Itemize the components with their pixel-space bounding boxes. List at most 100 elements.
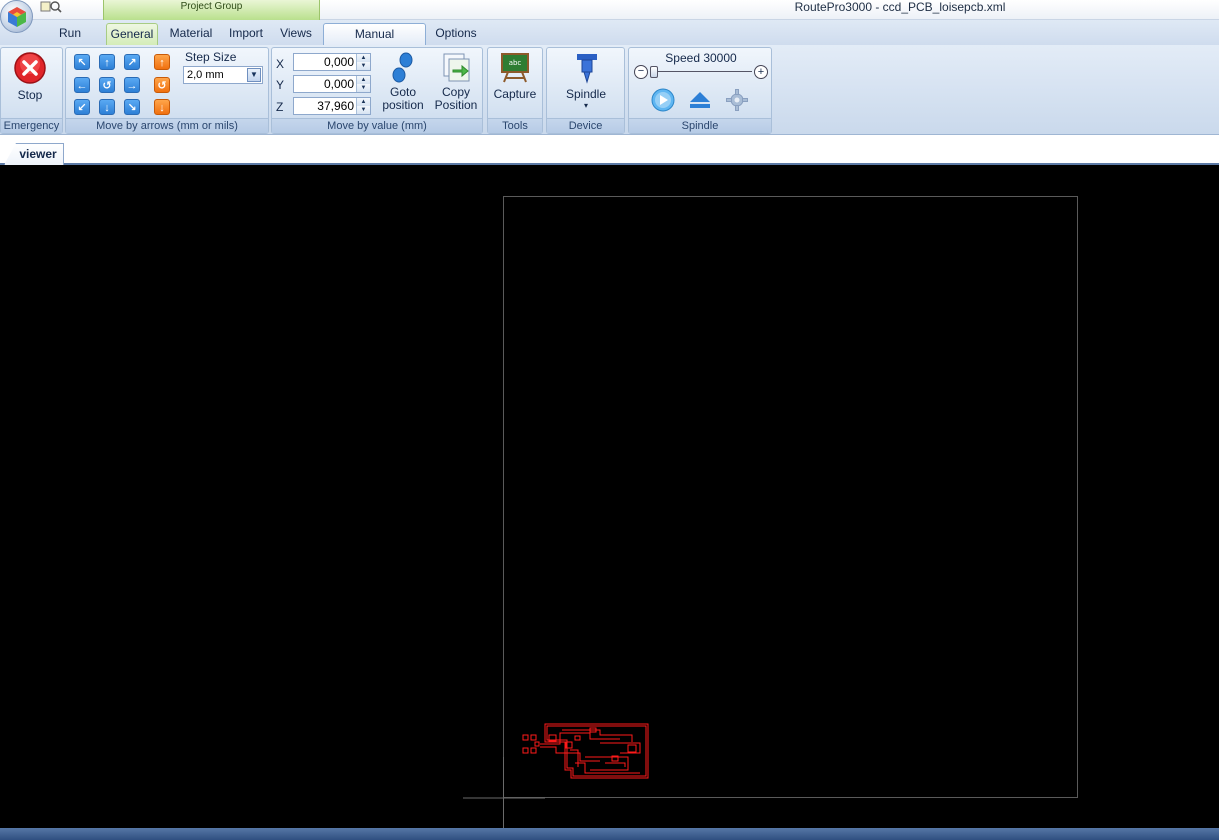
tab-run-cnc[interactable]: Run CNC [42,23,98,60]
spin-down-icon[interactable]: ▼ [357,106,370,114]
chevron-down-icon[interactable]: ▼ [247,68,261,82]
arrow-right-icon: → [126,80,138,92]
tab-views[interactable]: Views [277,23,315,45]
group-label-emergency: Emergency [1,118,62,133]
arrow-left-button[interactable]: ← [74,77,90,93]
window-title: RoutePro3000 - ccd_PCB_loisepcb.xml [794,0,1006,14]
stop-button[interactable]: Stop [7,52,53,104]
z-up-button[interactable]: ↑ [154,54,170,70]
group-label-device: Device [547,118,624,133]
svg-text:abc: abc [509,59,522,67]
group-label-move-by-value: Move by value (mm) [272,118,482,133]
arrow-down-button[interactable]: ↓ [99,99,115,115]
tab-viewer[interactable]: viewer [4,143,64,165]
viewer-drawing [463,196,1078,828]
tab-material[interactable]: Material [166,23,216,45]
app-logo-icon [8,7,26,27]
spin-up-icon[interactable]: ▲ [357,54,370,62]
cnc-viewer-canvas[interactable] [0,167,1219,828]
dropdown-arrow-icon: ▾ [583,101,588,110]
play-icon[interactable] [651,88,675,112]
arrow-up-right-icon: ↗ [127,57,137,69]
spin-down-icon[interactable]: ▼ [357,62,370,70]
copy-line2: Position [434,98,478,112]
y-spinner[interactable]: ▲ ▼ [356,76,370,92]
pcb-layout [522,723,649,779]
home-xy-button[interactable]: ↺ [99,77,115,93]
home-xy-icon: ↺ [102,80,112,92]
spindle-device-button[interactable]: Spindle ▾ [561,52,611,116]
arrow-down-icon: ↓ [104,102,110,114]
arrow-down-right-button[interactable]: ↘ [124,99,140,115]
z-down-icon: ↓ [159,102,165,114]
group-device: Spindle ▾ Device [546,47,625,134]
speed-label: Speed 30000 [665,51,737,65]
footprints-icon [392,52,413,83]
minus-icon[interactable]: − [634,65,648,79]
arrow-left-icon: ← [76,80,88,92]
home-z-button[interactable]: ↺ [154,77,170,93]
arrow-up-right-button[interactable]: ↗ [124,54,140,70]
z-spinner[interactable]: ▲ ▼ [356,98,370,114]
z-axis-label: Z [276,100,284,114]
eject-icon[interactable] [689,91,711,109]
spin-up-icon[interactable]: ▲ [357,98,370,106]
spin-down-icon[interactable]: ▼ [357,84,370,92]
z-down-button[interactable]: ↓ [154,99,170,115]
arrow-right-button[interactable]: → [124,77,140,93]
spindle-device-label: Spindle [565,87,607,101]
y-value: 0,000 [323,77,354,91]
z-up-icon: ↑ [159,57,165,69]
chalkboard-icon: abc [501,53,529,83]
group-label-move-by-arrows: Move by arrows (mm or mils) [66,118,268,133]
group-move-by-arrows: ↖ ↑ ↗ ↑ ← ↺ → ↺ ↙ ↓ ↘ ↓ Step Size 2,0 mm… [65,47,269,134]
plus-icon[interactable]: + [754,65,768,79]
spindle-icon [577,54,597,84]
y-value-input[interactable]: 0,000 ▲ ▼ [293,75,371,93]
arrow-up-left-button[interactable]: ↖ [74,54,90,70]
z-value-input[interactable]: 37,960 ▲ ▼ [293,97,371,115]
group-move-by-value: X 0,000 ▲ ▼ Y 0,000 ▲ ▼ Z 37,960 ▲ ▼ Goto p… [271,47,483,134]
quick-access-search-icon[interactable] [39,0,63,14]
arrow-up-button[interactable]: ↑ [99,54,115,70]
group-emergency: Stop Emergency [0,47,63,134]
step-size-label: Step Size [185,50,237,64]
x-axis-label: X [276,57,285,71]
application-menu-button[interactable] [0,0,33,33]
home-z-icon: ↺ [157,80,167,92]
project-group-header: Project Group [103,0,320,20]
tab-options[interactable]: Options [432,23,480,45]
arrow-down-left-button[interactable]: ↙ [74,99,90,115]
arrow-up-left-icon: ↖ [77,57,87,69]
status-bar [0,828,1219,840]
x-value-input[interactable]: 0,000 ▲ ▼ [293,53,371,71]
capture-label: Capture [493,87,537,101]
x-value: 0,000 [323,55,354,69]
tab-manual-operation[interactable]: Manual Operation [323,23,426,61]
tab-import[interactable]: Import [225,23,267,45]
arrow-down-right-icon: ↘ [127,102,137,114]
group-spindle: Speed 30000 − + Spindle [628,47,772,134]
spin-up-icon[interactable]: ▲ [357,76,370,84]
gear-icon[interactable] [726,89,748,111]
speed-slider[interactable]: − + [634,65,768,79]
capture-button[interactable]: abc Capture [491,52,539,104]
x-spinner[interactable]: ▲ ▼ [356,54,370,70]
title-bar: Project Group RoutePro3000 - ccd_PCB_loi… [0,0,1219,33]
z-value: 37,960 [317,99,354,113]
tab-general[interactable]: General [106,23,158,45]
step-size-select[interactable]: 2,0 mm ▼ [183,66,263,84]
arrow-down-left-icon: ↙ [77,102,87,114]
goto-position-button[interactable]: Goto position [380,52,426,116]
arrow-up-icon: ↑ [104,57,110,69]
document-tab-strip: viewer [0,135,1219,165]
step-size-value: 2,0 mm [187,69,224,81]
y-axis-label: Y [276,78,285,92]
stop-icon [14,52,46,84]
work-area-frame [503,196,1078,798]
group-label-tools: Tools [488,118,542,133]
copy-position-button[interactable]: Copy Position [432,52,480,116]
slider-thumb[interactable] [650,66,658,78]
goto-line2: position [382,98,424,112]
group-label-spindle: Spindle [629,118,771,133]
